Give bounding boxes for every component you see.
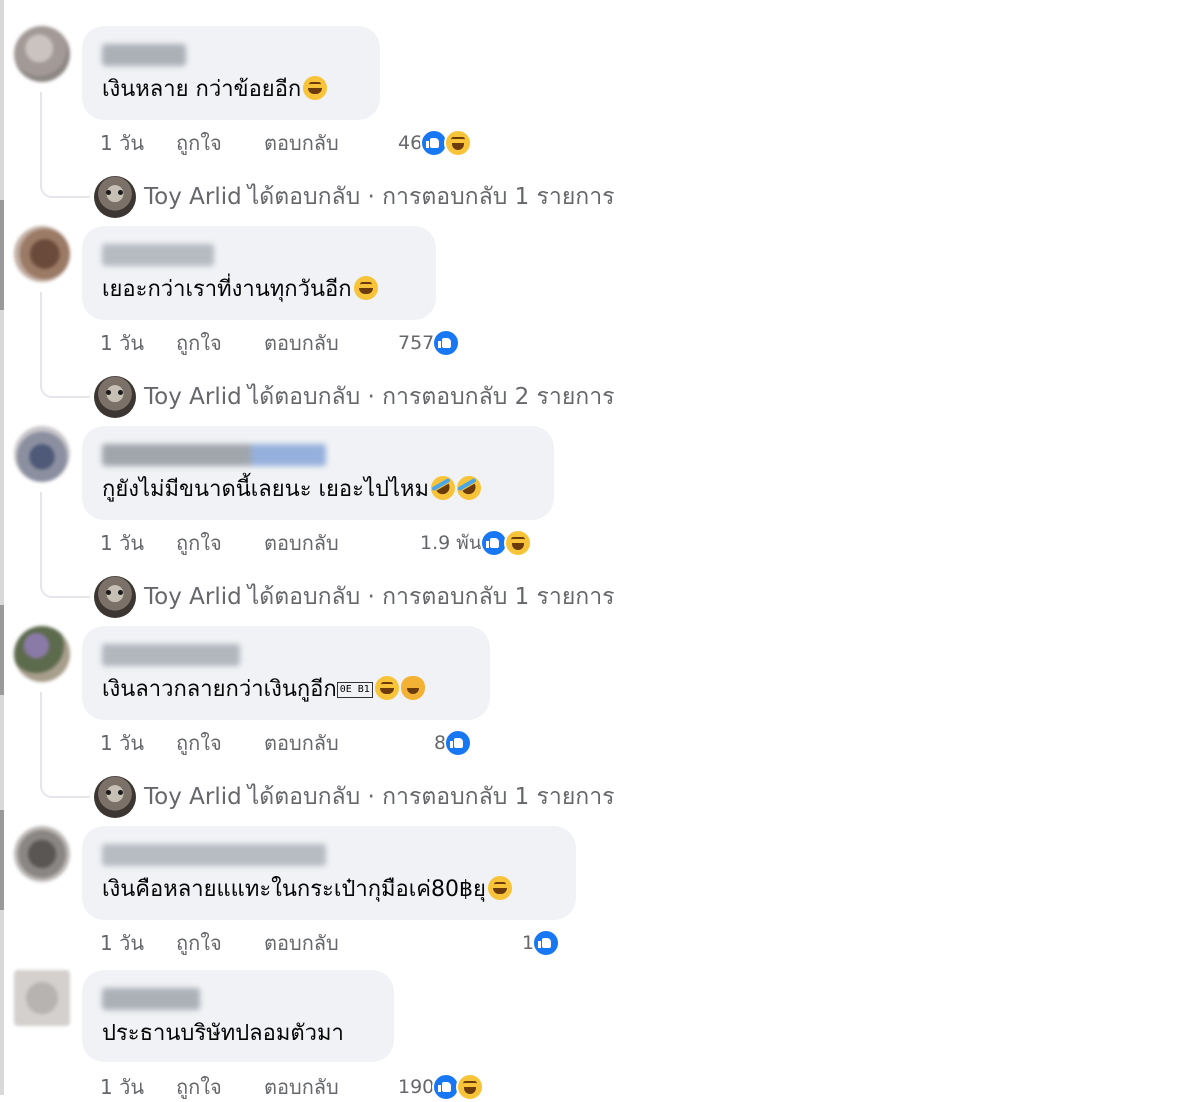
like-button[interactable]: ถูกใจ bbox=[176, 1072, 222, 1102]
comment-bubble: เงินหลาย กว่าข้อยอีก bbox=[82, 26, 380, 120]
grinning-icon bbox=[374, 676, 399, 700]
comment-time[interactable]: 1 วัน bbox=[100, 728, 144, 758]
view-replies-link[interactable]: Toy Arlid ได้ตอบกลับ · การตอบกลับ 1 รายก… bbox=[94, 176, 614, 218]
reaction-summary[interactable]: 8 bbox=[434, 728, 473, 758]
comment-time[interactable]: 1 วัน bbox=[100, 128, 144, 158]
thread-line bbox=[40, 692, 90, 798]
reply-author-name: Toy Arlid bbox=[144, 384, 242, 410]
reply-summary: ได้ตอบกลับ · การตอบกลับ 2 รายการ bbox=[247, 384, 615, 410]
reply-author-name: Toy Arlid bbox=[144, 184, 242, 210]
reply-avatar bbox=[94, 176, 136, 218]
reaction-summary[interactable]: 757 bbox=[398, 328, 461, 358]
unknown-glyph: 0E B1 bbox=[336, 682, 373, 698]
avatar[interactable] bbox=[14, 426, 70, 482]
comment-bubble: เงินลาวกลายกว่าเงินกูอีก 0E B1 bbox=[82, 626, 490, 720]
reply-button[interactable]: ตอบกลับ bbox=[264, 328, 339, 358]
comment-text: เงินลาวกลายกว่าเงินกูอีก 0E B1 bbox=[102, 676, 425, 704]
author-name-blurred[interactable] bbox=[102, 988, 200, 1010]
comment-time[interactable]: 1 วัน bbox=[100, 528, 144, 558]
grinning-icon bbox=[353, 276, 378, 300]
reply-summary: ได้ตอบกลับ · การตอบกลับ 1 รายการ bbox=[247, 784, 615, 810]
reply-avatar bbox=[94, 376, 136, 418]
comment-bubble: เยอะกว่าเราที่งานทุกวันอีก bbox=[82, 226, 436, 320]
reply-author-name: Toy Arlid bbox=[144, 784, 242, 810]
like-button[interactable]: ถูกใจ bbox=[176, 328, 222, 358]
comment-bubble: ประธานบริษัทปลอมตัวมา bbox=[82, 970, 394, 1062]
comment-text: ประธานบริษัทปลอมตัวมา bbox=[102, 1021, 344, 1046]
rofl-icon bbox=[452, 471, 486, 505]
comment-bubble: เงินคือหลายแแทะในกระเป๋ากุมือเค่80฿ยุ bbox=[82, 826, 576, 920]
view-replies-link[interactable]: Toy Arlid ได้ตอบกลับ · การตอบกลับ 1 รายก… bbox=[94, 576, 614, 618]
reaction-summary[interactable]: 1 bbox=[522, 928, 561, 958]
reply-avatar bbox=[94, 776, 136, 818]
like-reaction-icon bbox=[432, 329, 461, 357]
thread-line bbox=[40, 292, 90, 398]
reply-button[interactable]: ตอบกลับ bbox=[264, 528, 339, 558]
like-button[interactable]: ถูกใจ bbox=[176, 128, 222, 158]
view-replies-link[interactable]: Toy Arlid ได้ตอบกลับ · การตอบกลับ 1 รายก… bbox=[94, 776, 614, 818]
grinning-squint-icon bbox=[303, 76, 328, 100]
reaction-count: 757 bbox=[398, 332, 435, 354]
reaction-count: 46 bbox=[398, 132, 423, 154]
author-name-blurred[interactable] bbox=[102, 444, 326, 466]
haha-reaction-icon bbox=[456, 1073, 485, 1101]
thread-line bbox=[40, 492, 90, 598]
like-button[interactable]: ถูกใจ bbox=[176, 728, 222, 758]
reaction-count: 190 bbox=[398, 1076, 435, 1098]
haha-reaction-icon bbox=[503, 529, 532, 557]
comment-text: กูยังไม่มีขนาดนี้เลยนะ เยอะไปไหม bbox=[102, 471, 486, 505]
reply-author-name: Toy Arlid bbox=[144, 584, 242, 610]
avatar[interactable] bbox=[14, 826, 70, 882]
reply-button[interactable]: ตอบกลับ bbox=[264, 1072, 339, 1102]
comment-text: เงินคือหลายแแทะในกระเป๋ากุมือเค่80฿ยุ bbox=[102, 876, 512, 904]
haha-reaction-icon bbox=[444, 129, 473, 157]
avatar[interactable] bbox=[14, 626, 70, 682]
reaction-summary[interactable]: 46 bbox=[398, 128, 473, 158]
reply-button[interactable]: ตอบกลับ bbox=[264, 128, 339, 158]
author-name-blurred[interactable] bbox=[102, 844, 326, 866]
view-replies-link[interactable]: Toy Arlid ได้ตอบกลับ · การตอบกลับ 2 รายก… bbox=[94, 376, 614, 418]
thread-line bbox=[40, 92, 90, 198]
reply-avatar bbox=[94, 576, 136, 618]
reaction-summary[interactable]: 1.9 พัน bbox=[420, 528, 532, 558]
author-name-blurred[interactable] bbox=[102, 44, 186, 66]
avatar[interactable] bbox=[14, 970, 70, 1026]
avatar[interactable] bbox=[14, 26, 70, 82]
comment-text: เงินหลาย กว่าข้อยอีก bbox=[102, 76, 328, 104]
comment-time[interactable]: 1 วัน bbox=[100, 928, 144, 958]
comment-time[interactable]: 1 วัน bbox=[100, 328, 144, 358]
author-name-blurred[interactable] bbox=[102, 644, 240, 666]
like-button[interactable]: ถูกใจ bbox=[176, 928, 222, 958]
comment-text: เยอะกว่าเราที่งานทุกวันอีก bbox=[102, 276, 378, 304]
cat-laugh-icon bbox=[400, 676, 425, 700]
avatar[interactable] bbox=[14, 226, 70, 282]
reply-summary: ได้ตอบกลับ · การตอบกลับ 1 รายการ bbox=[247, 184, 615, 210]
reply-summary: ได้ตอบกลับ · การตอบกลับ 1 รายการ bbox=[247, 584, 615, 610]
comment-time[interactable]: 1 วัน bbox=[100, 1072, 144, 1102]
rofl-icon bbox=[426, 471, 460, 505]
reaction-summary[interactable]: 190 bbox=[398, 1072, 485, 1102]
reaction-count: 1.9 พัน bbox=[420, 532, 482, 554]
reply-button[interactable]: ตอบกลับ bbox=[264, 728, 339, 758]
reply-button[interactable]: ตอบกลับ bbox=[264, 928, 339, 958]
like-button[interactable]: ถูกใจ bbox=[176, 528, 222, 558]
like-reaction-icon bbox=[532, 929, 561, 957]
thread-edge-bar bbox=[0, 0, 4, 1095]
comment-bubble: กูยังไม่มีขนาดนี้เลยนะ เยอะไปไหม bbox=[82, 426, 554, 520]
grin-icon bbox=[487, 876, 512, 900]
like-reaction-icon bbox=[444, 729, 473, 757]
author-name-blurred[interactable] bbox=[102, 244, 214, 266]
